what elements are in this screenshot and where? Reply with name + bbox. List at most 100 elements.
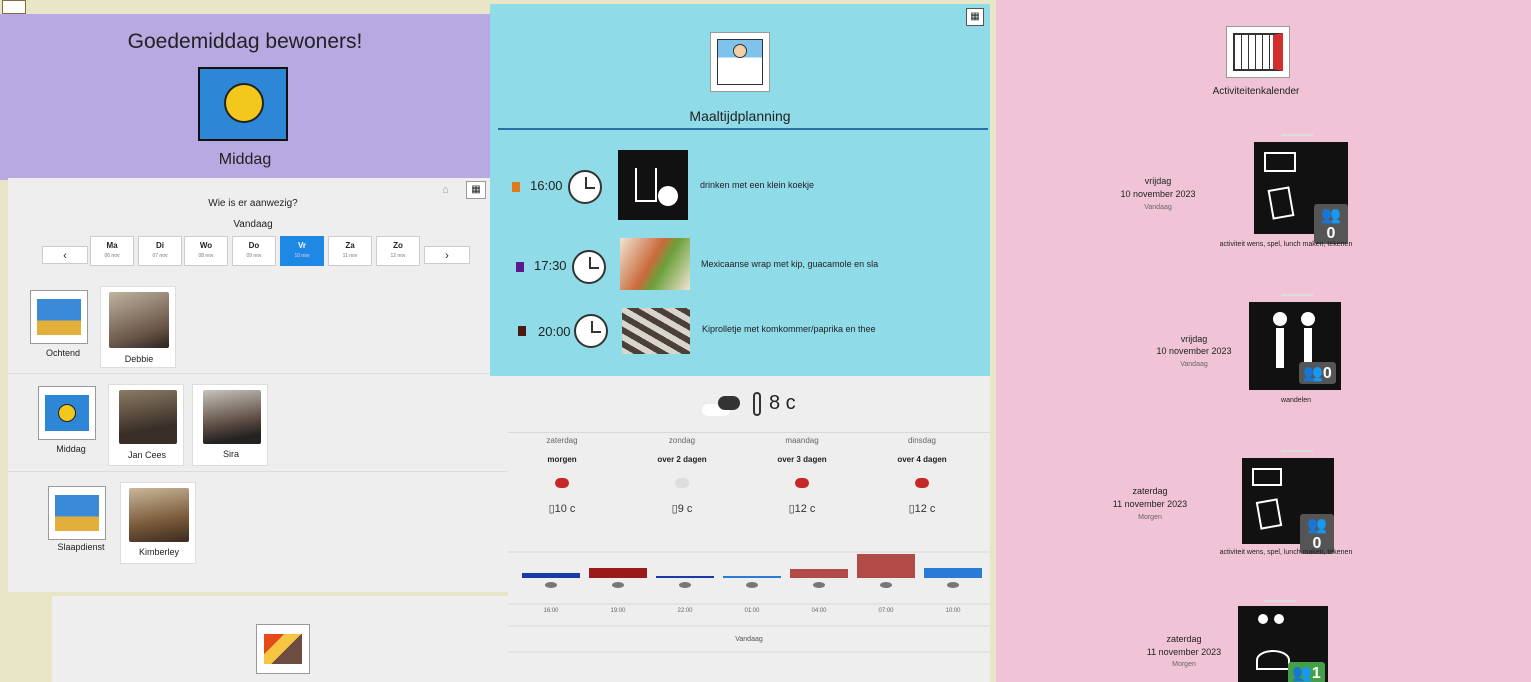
forecast-temperature: ▯12 c (908, 503, 936, 515)
exercise-icon: 👥1 (1238, 606, 1328, 682)
meal-time: 16:00 (530, 178, 563, 193)
day-zo[interactable]: Zo 12 nov (376, 236, 420, 266)
hour-label: 04:00 (811, 608, 827, 614)
meal-row[interactable]: 20:00 Kiprolletje met komkommer/paprika … (490, 304, 980, 366)
cloud-icon (746, 582, 758, 588)
meal-text: Mexicaanse wrap met kip, guacamole en sl… (701, 259, 879, 269)
activity-date: 10 november 2023 (1156, 346, 1232, 356)
hourly-bar (522, 573, 580, 578)
afternoon-icon (38, 386, 96, 440)
activity-panel: Activiteitenkalender vrijdag 10 november… (996, 0, 1531, 682)
clock-icon (572, 250, 606, 284)
meal-color-dot (518, 326, 526, 336)
next-day-button[interactable]: › (424, 246, 470, 264)
avatar (129, 488, 189, 542)
forecast-day-name: maandag (785, 436, 819, 445)
walking-icon: 👥0 (1249, 302, 1341, 390)
forecast-temperature: ▯12 c (788, 503, 816, 515)
activity-item[interactable]: zaterdag 11 november 2023 Morgen 👥0 acti… (996, 450, 1531, 580)
participant-count: 👥0 (1300, 514, 1334, 554)
shift-label: Slaapdienst (57, 542, 105, 552)
hourly-bar (589, 568, 647, 578)
activity-item[interactable]: vrijdag 10 november 2023 Vandaag 👥0 acti… (996, 134, 1531, 264)
activity-caption: activiteit wens, spel, lunch maken, teke… (1219, 241, 1353, 248)
weather-icon (675, 478, 689, 488)
home-icon[interactable]: ⌂ (442, 184, 449, 196)
activity-day: vrijdag (1144, 176, 1172, 186)
activity-relative-day: Vandaag (1144, 204, 1172, 211)
weather-icon (915, 478, 929, 488)
hour-label: 16:00 (543, 608, 559, 614)
day-di[interactable]: Di 07 nov (138, 236, 182, 266)
forecast-temperature: ▯10 c (548, 503, 576, 515)
meal-row[interactable]: 16:00 drinken met een klein koekje (490, 150, 980, 220)
thermometer-icon (753, 392, 761, 416)
morning-icon (30, 290, 88, 344)
activity-item[interactable]: vrijdag 10 november 2023 Vandaag 👥0 wand… (996, 294, 1531, 424)
app-logo-icon[interactable] (2, 0, 26, 14)
cloud-icon (702, 396, 744, 416)
hourly-bar (924, 568, 982, 578)
day-wo[interactable]: Wo 08 nov (184, 236, 228, 266)
calendar-icon[interactable] (1226, 26, 1290, 78)
day-do[interactable]: Do 09 nov (232, 236, 276, 266)
shift-row: Slaapdienst Kimberley (8, 474, 510, 574)
cloud-icon (679, 582, 691, 588)
avatar (109, 292, 169, 348)
activities-icon: 👥0 (1254, 142, 1348, 244)
weather-panel: 8 c zaterdag morgen ▯10 c zondag over 2 dage… (508, 376, 990, 682)
forecast-temperature: ▯9 c (671, 503, 693, 515)
forecast-divider (508, 432, 990, 433)
night-shift-icon (48, 486, 106, 540)
calendar-button[interactable]: ▦ (466, 181, 486, 199)
shift-label: Middag (56, 444, 86, 454)
hourly-bar (790, 569, 848, 578)
activity-date: 10 november 2023 (1120, 189, 1196, 199)
forecast-relative-day: over 2 dagen (657, 455, 707, 464)
hourly-bar (857, 554, 915, 578)
activity-relative-day: Morgen (1172, 661, 1196, 668)
forecast-day: dinsdag over 4 dagen ▯12 c (862, 434, 982, 544)
add-meal-button[interactable]: ▦ (966, 8, 984, 26)
shift-label: Ochtend (45, 348, 81, 358)
cloud-icon (545, 582, 557, 588)
wrap-photo (620, 238, 690, 290)
person-card-jan-cees[interactable]: Jan Cees (108, 384, 184, 466)
activity-item[interactable]: zaterdag 11 november 2023 Morgen 👥1 (996, 600, 1531, 682)
avatar (119, 390, 177, 444)
day-vr[interactable]: Vr 10 nov (280, 236, 324, 266)
chicken-rolls-photo (622, 308, 690, 354)
hourly-bar (656, 576, 714, 578)
meal-row[interactable]: 17:30 Mexicaanse wrap met kip, guacamole… (490, 234, 980, 296)
activity-relative-day: Vandaag (1180, 361, 1208, 368)
bottom-left-panel (52, 596, 512, 682)
activity-caption: activiteit wens, spel, lunch maken, teke… (1219, 549, 1353, 556)
cloud-icon (813, 582, 825, 588)
participant-count: 👥1 (1288, 662, 1325, 682)
party-icon[interactable] (256, 624, 310, 674)
activities-icon: 👥0 (1242, 458, 1334, 554)
hour-label: 07:00 (878, 608, 894, 614)
person-card-kimberley[interactable]: Kimberley (120, 482, 196, 564)
activity-day: zaterdag (1166, 634, 1202, 644)
participant-count: 👥0 (1299, 362, 1336, 384)
greeting-title: Goedemiddag bewoners! (127, 30, 363, 53)
meal-color-dot (512, 182, 520, 192)
prev-day-button[interactable]: ‹ (42, 246, 88, 264)
day-ma[interactable]: Ma 06 nov (90, 236, 134, 266)
hourly-footer: Vandaag (735, 636, 763, 643)
shift-row: Ochtend Debbie (8, 278, 510, 374)
hourly-bar (723, 576, 781, 578)
today-label: Vandaag (233, 219, 273, 230)
activity-date: 11 november 2023 (1146, 647, 1222, 657)
activity-title: Activiteitenkalender (1212, 86, 1300, 97)
forecast-day-name: zaterdag (546, 436, 578, 445)
meal-time: 20:00 (538, 324, 571, 339)
person-card-debbie[interactable]: Debbie (100, 286, 176, 368)
person-name: Kimberley (138, 547, 179, 557)
person-card-sira[interactable]: Sira (192, 384, 268, 466)
day-za[interactable]: Za 11 nov (328, 236, 372, 266)
hourly-chart: 16:00 19:00 22:00 01:00 04:00 07:00 10:00 (508, 551, 990, 653)
presence-panel: ⌂ ▦ Wie is er aanwezig? Vandaag ‹ Ma 06 n… (8, 178, 510, 592)
activity-date: 11 november 2023 (1112, 499, 1188, 509)
